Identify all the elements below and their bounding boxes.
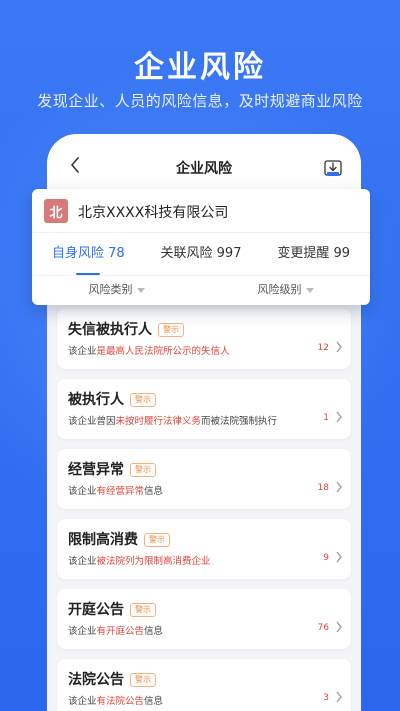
- risk-title-text: 开庭公告: [68, 602, 124, 618]
- chevron-right-icon: [336, 411, 342, 423]
- filter-bar: 风险类别 风险级别: [32, 275, 370, 305]
- risk-description: 该企业有开庭公告信息: [68, 623, 163, 637]
- risk-count: 76: [317, 623, 329, 633]
- risk-desc-pre: 该企业: [68, 486, 97, 497]
- risk-count: 3: [323, 693, 329, 703]
- risk-item[interactable]: 失信被执行人 警示 该企业是最高人民法院所公示的失信人 12: [57, 309, 351, 369]
- risk-tabs: 自身风险 78 关联风险 997 变更提醒 99: [32, 241, 370, 275]
- tab-change-alert[interactable]: 变更提醒 99: [257, 241, 370, 271]
- risk-title: 法院公告 警示: [68, 669, 156, 689]
- filter-label: 风险类别: [88, 283, 133, 296]
- risk-item[interactable]: 经营异常 警示 该企业有经营异常信息 18: [57, 449, 351, 509]
- risk-item[interactable]: 被执行人 警示 该企业曾因未按时履行法律义务而被法院强制执行 1: [57, 379, 351, 439]
- risk-title-text: 法院公告: [68, 672, 124, 688]
- tab-related-risk[interactable]: 关联风险 997: [145, 241, 258, 271]
- download-button[interactable]: [323, 158, 343, 178]
- risk-count: 9: [323, 553, 329, 563]
- risk-title: 开庭公告 警示: [68, 599, 156, 619]
- risk-title: 被执行人 警示: [68, 389, 156, 409]
- risk-desc-pre: 该企业曾因: [68, 416, 116, 427]
- chevron-right-icon: [336, 551, 342, 563]
- risk-desc-highlight: 有开庭公告: [96, 626, 145, 637]
- risk-description: 该企业曾因未按时履行法律义务而被法院强制执行: [68, 413, 277, 427]
- risk-count: 1: [323, 413, 329, 423]
- warning-badge: 警示: [158, 323, 184, 337]
- risk-title: 经营异常 警示: [68, 459, 156, 479]
- chevron-right-icon: [336, 621, 342, 633]
- risk-desc-highlight: 未按时履行法律义务: [115, 416, 202, 427]
- warning-badge: 警示: [130, 393, 156, 407]
- banner-subtitle: 发现企业、人员的风险信息，及时规避商业风险: [37, 92, 363, 110]
- risk-desc-post: 信息: [144, 486, 164, 497]
- risk-desc-highlight: 有法院公告: [96, 696, 145, 707]
- warning-badge: 警示: [130, 673, 156, 687]
- company-card: 北 北京XXXX科技有限公司 自身风险 78 关联风险 997 变更提醒 99 …: [32, 189, 370, 305]
- company-avatar: 北: [44, 199, 68, 223]
- filter-risk-level[interactable]: 风险级别: [201, 276, 370, 305]
- caret-down-icon: [136, 287, 145, 293]
- risk-description: 该企业是最高人民法院所公示的失信人: [68, 343, 230, 357]
- risk-list: 失信被执行人 警示 该企业是最高人民法院所公示的失信人 12 被执行人 警示 该企业…: [57, 309, 351, 711]
- risk-desc-post: 信息: [144, 696, 164, 707]
- risk-item[interactable]: 限制高消费 警示 该企业被法院列为限制高消费企业 9: [57, 519, 351, 579]
- risk-title-text: 被执行人: [68, 392, 124, 408]
- risk-item[interactable]: 开庭公告 警示 该企业有开庭公告信息 76: [57, 589, 351, 649]
- download-icon: [324, 160, 342, 176]
- risk-count: 12: [317, 343, 329, 353]
- risk-desc-pre: 该企业: [68, 346, 97, 357]
- risk-title-text: 失信被执行人: [68, 322, 152, 338]
- risk-description: 该企业被法院列为限制高消费企业: [68, 553, 211, 567]
- risk-desc-highlight: 是最高人民法院所公示的失信人: [96, 346, 230, 357]
- risk-desc-post: 信息: [144, 626, 164, 637]
- risk-count: 18: [317, 483, 329, 493]
- company-header[interactable]: 北 北京XXXX科技有限公司: [32, 189, 370, 233]
- risk-description: 该企业有法院公告信息: [68, 693, 163, 707]
- chevron-right-icon: [336, 341, 342, 353]
- chevron-right-icon: [336, 481, 342, 493]
- navbar: 企业风险: [47, 134, 361, 192]
- risk-desc-post: 而被法院强制执行: [201, 416, 278, 427]
- warning-badge: 警示: [130, 603, 156, 617]
- risk-item[interactable]: 法院公告 警示 该企业有法院公告信息 3: [57, 659, 351, 711]
- risk-title: 失信被执行人 警示: [68, 319, 184, 339]
- chevron-right-icon: [336, 691, 342, 703]
- company-name: 北京XXXX科技有限公司: [78, 205, 229, 221]
- risk-title: 限制高消费 警示: [68, 529, 170, 549]
- warning-badge: 警示: [130, 463, 156, 477]
- risk-desc-highlight: 有经营异常: [96, 486, 145, 497]
- risk-title-text: 限制高消费: [68, 532, 138, 548]
- risk-desc-pre: 该企业: [68, 626, 97, 637]
- banner-title: 企业风险: [134, 50, 266, 85]
- page-title: 企业风险: [176, 161, 232, 177]
- risk-desc-highlight: 被法院列为限制高消费企业: [96, 556, 211, 567]
- warning-badge: 警示: [144, 533, 170, 547]
- filter-risk-category[interactable]: 风险类别: [32, 276, 201, 305]
- risk-desc-pre: 该企业: [68, 556, 97, 567]
- caret-down-icon: [305, 287, 314, 293]
- risk-description: 该企业有经营异常信息: [68, 483, 163, 497]
- filter-label: 风险级别: [257, 283, 302, 296]
- risk-desc-pre: 该企业: [68, 696, 97, 707]
- tab-self-risk[interactable]: 自身风险 78: [32, 241, 145, 275]
- risk-title-text: 经营异常: [68, 462, 124, 478]
